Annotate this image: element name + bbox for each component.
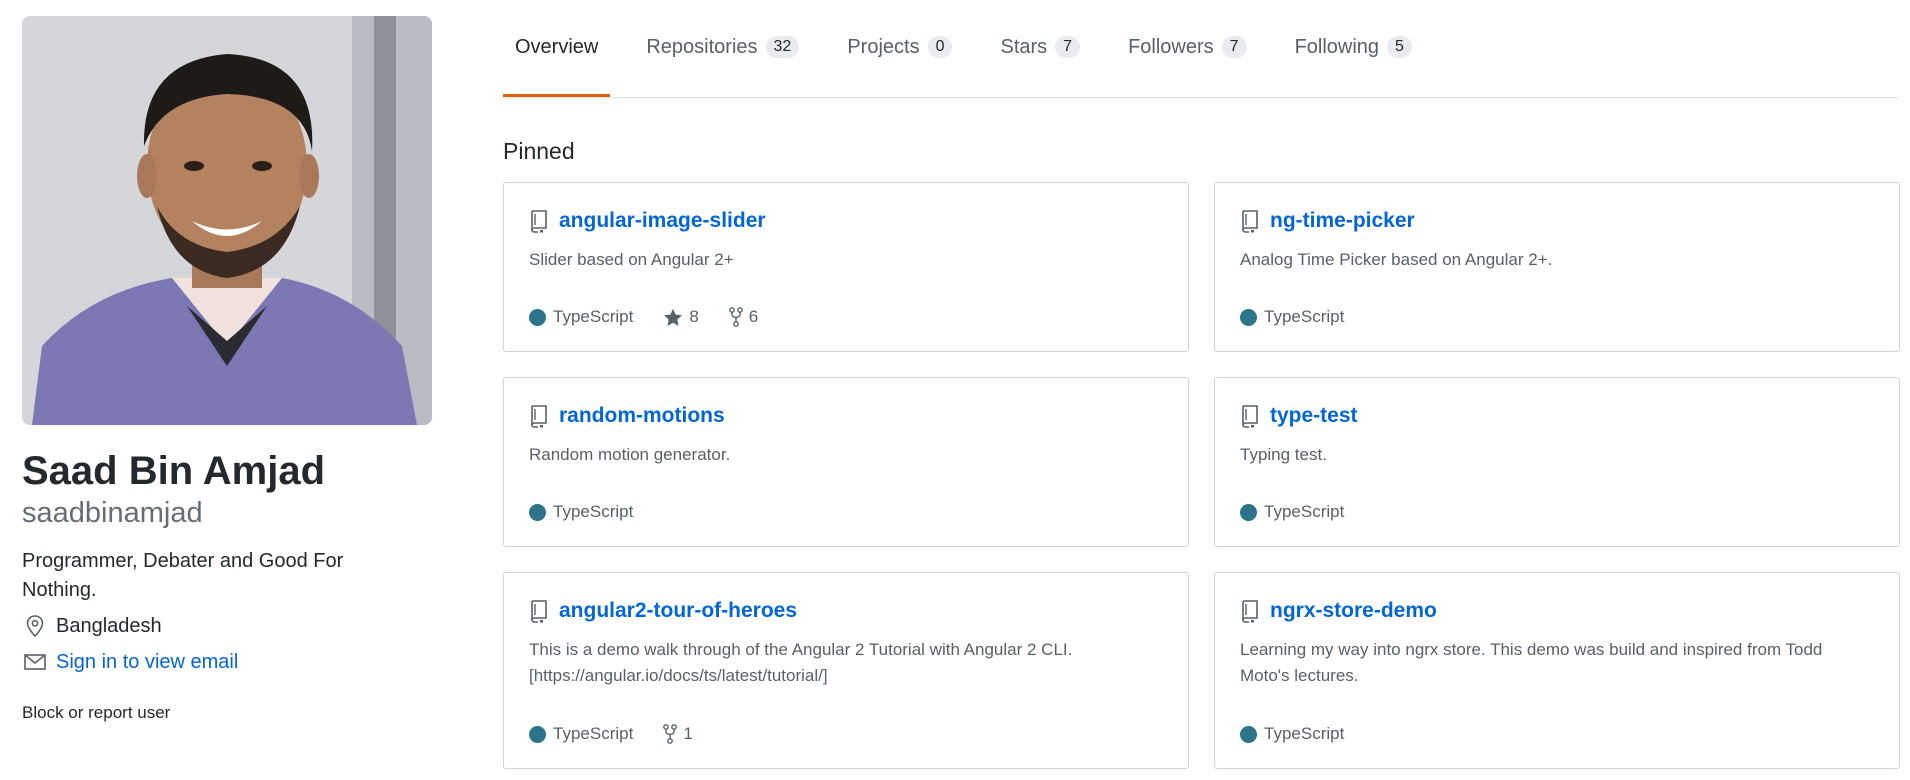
repo-book-icon [531,600,547,623]
repo-forks-count: 6 [748,307,759,326]
language-color-dot [529,725,546,743]
repo-description: Random motion generator. [529,445,731,464]
repo-stars-count: 8 [689,307,699,326]
fork-icon [728,307,743,327]
repo-language: TypeScript [1264,307,1345,326]
repo-forks-count: 1 [683,724,693,743]
repo-description: Analog Time Picker based on Angular 2+. [1240,250,1553,269]
repo-link[interactable]: angular2-tour-of-heroes [559,599,797,623]
repo-language: TypeScript [1264,502,1345,521]
tab-counter: 0 [927,36,953,58]
tab-label: Stars [1000,35,1048,58]
tab-label: Projects [847,35,920,58]
location-pin-icon [22,613,48,639]
tab-stars[interactable]: Stars 7 [988,0,1092,97]
pinned-heading: Pinned [503,138,575,164]
profile-email: Sign in to view email [22,647,432,677]
profile-sidebar: Saad Bin Amjad saadbinamjad Programmer, … [22,16,432,723]
repo-link[interactable]: angular-image-slider [559,209,766,233]
tab-label: Following [1294,35,1380,58]
tab-label: Repositories [646,35,758,58]
mail-icon [22,649,48,675]
profile-username: saadbinamjad [22,497,203,529]
profile-location: Bangladesh [22,611,432,641]
avatar-portrait-icon [22,16,432,425]
repo-meta: TypeScript [1240,502,1344,522]
language-color-dot [529,308,546,326]
repo-forks[interactable]: 6 [728,307,759,327]
repo-link[interactable]: type-test [1270,404,1358,428]
repo-language: TypeScript [553,307,634,326]
profile-bio: Programmer, Debater and Good For Nothing… [22,550,344,601]
pinned-repo-card: angular-image-slider Slider based on Ang… [503,182,1189,352]
repo-link[interactable]: ng-time-picker [1270,209,1415,233]
repo-forks[interactable]: 1 [663,724,693,744]
repo-book-icon [531,405,547,428]
tab-followers[interactable]: Followers 7 [1116,0,1258,97]
block-or-report-user-link[interactable]: Block or report user [22,703,170,723]
repo-meta: TypeScript [1240,307,1344,327]
language-color-dot [529,503,546,521]
pinned-repo-card: angular2-tour-of-heroes This is a demo w… [503,572,1189,769]
repo-link[interactable]: random-motions [559,404,725,428]
profile-tabs: Overview Repositories 32 Projects 0 Star… [503,0,1899,98]
repo-language: TypeScript [553,724,634,743]
repo-language: TypeScript [553,502,634,521]
avatar [22,16,432,425]
repo-description: Typing test. [1240,445,1327,464]
pinned-repo-card: ng-time-picker Analog Time Picker based … [1214,182,1900,352]
pinned-repos-grid: angular-image-slider Slider based on Ang… [503,182,1900,769]
pinned-repo-card: random-motions Random motion generator. … [503,377,1189,547]
repo-description: This is a demo walk through of the Angul… [529,640,1073,685]
language-color-dot [1240,725,1257,743]
profile-location-text: Bangladesh [56,615,162,637]
tab-counter: 7 [1055,36,1081,58]
repo-meta: TypeScript 8 6 [529,307,758,327]
tab-repositories[interactable]: Repositories 32 [634,0,811,97]
tab-overview[interactable]: Overview [503,0,611,97]
tab-projects[interactable]: Projects 0 [835,0,964,97]
repo-description: Learning my way into ngrx store. This de… [1240,640,1823,685]
repo-language: TypeScript [1264,724,1345,743]
star-icon [664,308,683,326]
repo-book-icon [531,210,547,233]
tab-label: Overview [515,35,599,58]
sign-in-to-view-email-link[interactable]: Sign in to view email [56,647,238,677]
pinned-repo-card: type-test Typing test. TypeScript [1214,377,1900,547]
repo-stars[interactable]: 8 [663,307,699,327]
repo-book-icon [1242,210,1258,233]
repo-book-icon [1242,405,1258,428]
repo-meta: TypeScript [529,502,633,522]
profile-full-name: Saad Bin Amjad [22,449,326,493]
fork-icon [663,724,678,744]
tab-counter: 32 [765,36,800,58]
tab-label: Followers [1128,35,1214,58]
tab-counter: 7 [1221,36,1247,58]
repo-meta: TypeScript 1 [529,724,693,744]
language-color-dot [1240,503,1257,521]
repo-book-icon [1242,600,1258,623]
tab-counter: 5 [1387,36,1412,58]
repo-meta: TypeScript [1240,724,1344,744]
repo-description: Slider based on Angular 2+ [529,250,734,269]
tab-following[interactable]: Following 5 [1283,0,1424,97]
language-color-dot [1240,308,1257,326]
repo-link[interactable]: ngrx-store-demo [1270,599,1437,623]
pinned-repo-card: ngrx-store-demo Learning my way into ngr… [1214,572,1900,769]
